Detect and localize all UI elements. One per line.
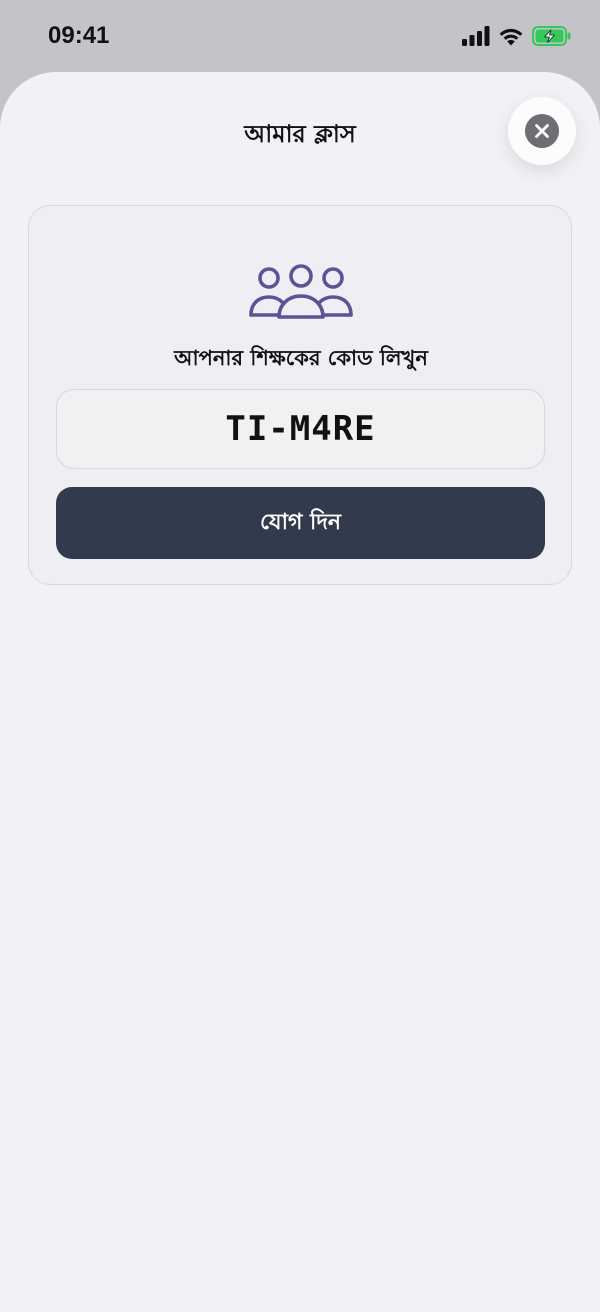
code-prompt: আপনার শিক্ষকের কোড লিখুন [174, 346, 428, 370]
status-icons [462, 26, 572, 46]
bottom-sheet: আমার ক্লাস আপনার শিক্ষকের কোড লিখুন TI-M… [0, 72, 600, 1312]
battery-charging-icon [532, 26, 571, 46]
cellular-signal-icon [462, 26, 490, 46]
group-users-icon [249, 264, 353, 319]
status-time: 09:41 [48, 22, 110, 49]
join-class-card: আপনার শিক্ষকের কোড লিখুন TI-M4RE যোগ দিন [28, 205, 572, 585]
teacher-code-input[interactable]: TI-M4RE [56, 389, 545, 469]
close-icon [525, 114, 559, 148]
close-button[interactable] [508, 97, 576, 165]
wifi-icon [499, 28, 523, 46]
status-bar: 09:41 [0, 0, 600, 76]
join-button[interactable]: যোগ দিন [56, 487, 545, 559]
